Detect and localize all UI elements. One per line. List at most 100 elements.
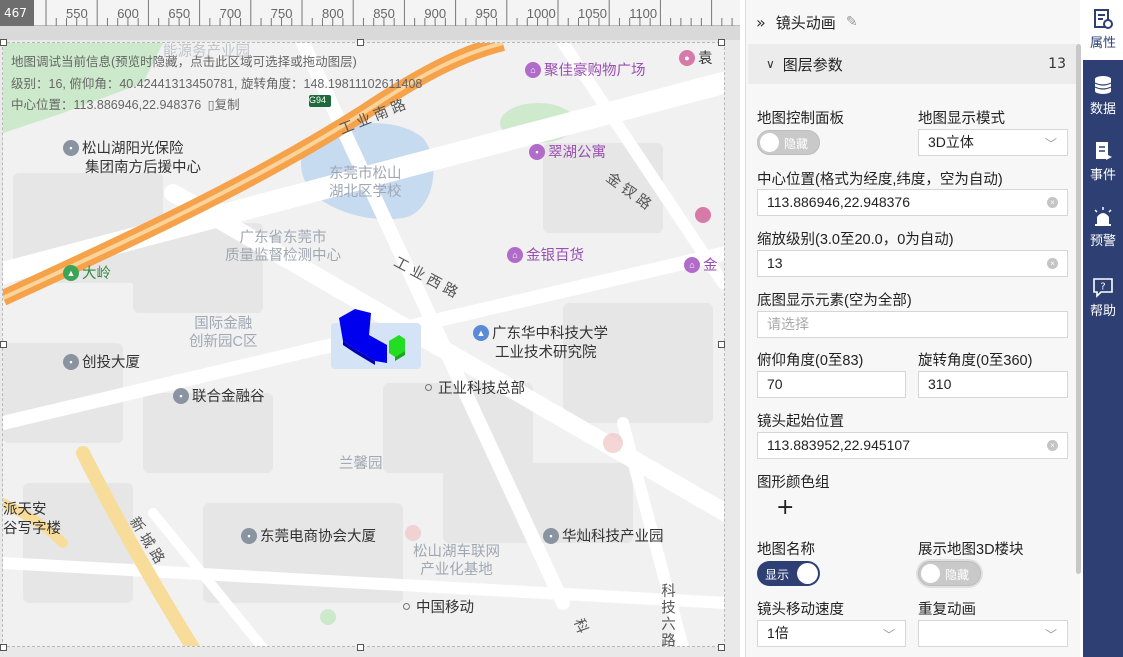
pitch-label: 俯仰角度(0至83) (757, 353, 864, 369)
clear-icon[interactable]: × (1047, 258, 1058, 269)
resize-handle-b[interactable] (357, 644, 364, 651)
control-panel-toggle[interactable]: 隐藏 (757, 130, 820, 155)
start-position-input[interactable]: 113.883952,22.945107 × (757, 432, 1068, 459)
pitch-value: 70 (767, 376, 783, 392)
poi-mall: ⌂ 聚佳豪购物广场 (525, 59, 646, 80)
tab-help-label: 帮助 (1089, 303, 1116, 318)
poi-yuan: ● 袁 (679, 47, 713, 68)
section-layer-params[interactable]: ∨ 图层参数 13 (748, 44, 1076, 84)
center-position-input[interactable]: 113.886946,22.948376 × (757, 189, 1068, 216)
education-icon: ▲ (473, 324, 489, 341)
resize-handle-tl[interactable] (0, 39, 7, 46)
area-carnet: 松山湖车联网 产业化基地 (413, 544, 500, 578)
hotel-icon: ▪ (529, 143, 545, 160)
display-mode-select[interactable]: 3D立体 ﹀ (918, 129, 1068, 156)
area-school: 东莞市松山 湖北区学校 (329, 166, 402, 200)
properties-icon (1094, 9, 1113, 29)
tab-properties[interactable]: 属性 (1083, 0, 1123, 60)
map-layer[interactable]: 地图调试当前信息(预览时隐藏，点击此区域可选择或拖动图层) 级别：16, 俯仰角… (2, 42, 725, 647)
base-elements-placeholder: 请选择 (767, 316, 809, 332)
resize-handle-t[interactable] (357, 39, 364, 46)
highway-g94-badge: G94 (309, 95, 327, 105)
poi-insurance: ▪ 松山湖阳光保险 (63, 137, 184, 158)
building-icon: ▪ (63, 139, 79, 156)
chevron-down-icon: ∨ (766, 57, 775, 71)
repeat-animation-select[interactable]: ﹀ (918, 620, 1068, 647)
poi-jinyin: ⌂ 金银百货 (507, 244, 584, 265)
toggle-text: 隐藏 (945, 568, 970, 582)
show-3d-buildings-label: 展示地图3D楼块 (918, 542, 1024, 558)
rotation-label: 旋转角度(0至360) (918, 353, 1033, 369)
pitch-input[interactable]: 70 (757, 371, 906, 398)
clear-icon[interactable]: × (1047, 440, 1058, 451)
show-3d-buildings-toggle[interactable]: 隐藏 (918, 561, 981, 586)
add-color-button[interactable]: + (776, 497, 794, 519)
debug-info-line3: 中心位置：113.886946,22.948376 ▯复制 (11, 94, 240, 113)
horizontal-ruler: 467 550 600 650 700 750 800 850 900 950 1000 1050 1… (0, 0, 740, 26)
chevron-down-icon: ﹀ (882, 628, 895, 642)
start-position-label: 镜头起始位置 (757, 414, 844, 430)
side-tab-strip: 属性 数据 事件 预警 ? 帮助 (1083, 0, 1123, 657)
resize-handle-l[interactable] (0, 341, 7, 348)
edit-title-icon[interactable]: ✎ (846, 14, 858, 30)
panel-scrollbar[interactable] (1076, 44, 1081, 574)
ruler-label: 1000 (526, 6, 556, 21)
database-icon (1094, 76, 1112, 94)
toggle-text: 隐藏 (784, 137, 809, 151)
copy-link[interactable]: 复制 (215, 98, 240, 112)
ruler-corner-label: 467 (0, 0, 34, 26)
color-group-label: 图形颜色组 (757, 475, 830, 491)
location-icon: ● (679, 49, 695, 66)
point-icon (425, 384, 432, 391)
poi-paitianan-line2: 谷写字楼 (3, 521, 61, 537)
tab-help[interactable]: ? 帮助 (1083, 268, 1123, 328)
road-keji6: 科技六路 (659, 583, 675, 647)
poi-chuangtou: ▪ 创投大厦 (63, 351, 140, 372)
ruler-label: 800 (322, 6, 344, 21)
map-name-label: 地图名称 (757, 542, 815, 558)
events-icon (1096, 142, 1112, 160)
poi-daling: ▲ 大岭 (63, 262, 111, 283)
rotation-value: 310 (928, 376, 952, 392)
tab-events[interactable]: 事件 (1083, 132, 1123, 192)
map-name-toggle[interactable]: 显示 (757, 561, 820, 586)
tab-alerts[interactable]: 预警 (1083, 198, 1123, 258)
debug-center-position: 中心位置：113.886946,22.948376 (11, 98, 202, 112)
display-mode-value: 3D立体 (928, 134, 974, 150)
tab-properties-label: 属性 (1089, 35, 1116, 50)
camera-speed-value: 1倍 (767, 625, 789, 641)
canvas-top-strip (0, 26, 740, 40)
chevron-down-icon: ﹀ (1044, 137, 1057, 151)
section-title: 图层参数 (782, 55, 843, 74)
poi-commerce: ▪ 东莞电商协会大厦 (241, 525, 376, 546)
clear-icon[interactable]: × (1047, 197, 1058, 208)
point-icon (403, 603, 410, 610)
tab-events-label: 事件 (1089, 167, 1116, 182)
building-icon: ▪ (173, 387, 189, 404)
center-position-value: 113.886946,22.948376 (767, 194, 910, 210)
collapse-panel-icon[interactable]: » (756, 13, 766, 32)
poi-lianhe: ▪ 联合金融谷 (173, 385, 265, 406)
toggle-text: 显示 (765, 568, 790, 582)
building-icon: ▪ (63, 353, 79, 370)
tab-data-label: 数据 (1089, 101, 1116, 116)
base-elements-select[interactable]: 请选择 (757, 311, 1068, 338)
design-canvas[interactable]: 467 550 600 650 700 750 800 850 900 950 1000 1050 1… (0, 0, 740, 657)
resize-handle-tr[interactable] (718, 39, 725, 46)
poi-zhengye: 正业科技总部 (425, 377, 525, 398)
rotation-input[interactable]: 310 (918, 371, 1068, 398)
resize-handle-br[interactable] (718, 644, 725, 651)
section-count: 13 (1048, 56, 1066, 72)
panel-header: » 镜头动画 ✎ (746, 0, 1081, 44)
display-mode-label: 地图显示模式 (918, 111, 1005, 127)
mountain-icon: ▲ (63, 264, 79, 281)
resize-handle-r[interactable] (718, 341, 725, 348)
resize-handle-bl[interactable] (0, 644, 7, 651)
building-icon: ▪ (241, 527, 257, 544)
camera-speed-label: 镜头移动速度 (757, 602, 844, 618)
tab-data[interactable]: 数据 (1083, 66, 1123, 126)
camera-speed-select[interactable]: 1倍 ﹀ (757, 620, 906, 647)
start-position-value: 113.883952,22.945107 (767, 437, 910, 453)
ruler-label: 850 (373, 6, 395, 21)
zoom-input[interactable]: 13 × (757, 250, 1068, 277)
